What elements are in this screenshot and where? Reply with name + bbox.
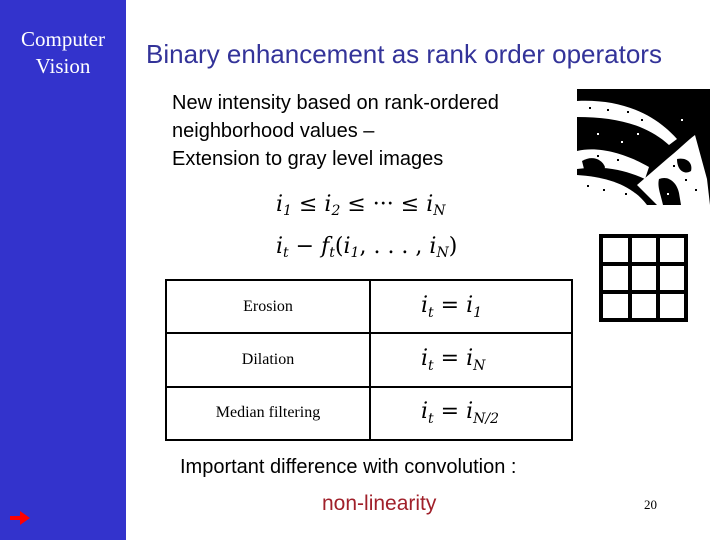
table-row: Erosion it = i1 [165, 278, 573, 335]
right-arrow-icon[interactable] [9, 510, 31, 526]
operator-name: Erosion [165, 278, 371, 335]
body-line: Extension to gray level images [172, 148, 444, 170]
3x3-neighborhood-grid [599, 234, 688, 322]
body-line: neighborhood values – [172, 120, 375, 142]
highlight-text: non-linearity [322, 492, 437, 515]
course-title: Computer Vision [0, 26, 126, 80]
rank-operators-table: Erosion it = i1 Dilation it = iN Median … [165, 278, 573, 442]
operator-name: Dilation [165, 332, 371, 388]
rank-order-formula: i1 ≤ i2 ≤ ··· ≤ iN [276, 192, 446, 219]
important-note: Important difference with convolution : [180, 456, 517, 478]
course-title-line2: Vision [35, 54, 91, 78]
table-row: Median filtering it = iN/2 [165, 385, 573, 442]
operator-name: Median filtering [165, 385, 371, 442]
course-title-line1: Computer [21, 27, 105, 51]
sidebar: Computer Vision [0, 0, 126, 540]
slide-title: Binary enhancement as rank order operato… [146, 39, 662, 69]
operator-formula: it = iN [369, 332, 573, 388]
body-line: New intensity based on rank-ordered [172, 92, 499, 114]
table-row: Dilation it = iN [165, 332, 573, 388]
body-text: New intensity based on rank-ordered neig… [172, 89, 572, 173]
page-number: 20 [644, 497, 657, 512]
operator-formula: it = iN/2 [369, 385, 573, 442]
noisy-binary-image [577, 89, 710, 205]
rank-function-formula: it − ft(i1, . . . , iN) [276, 234, 458, 261]
operator-formula: it = i1 [369, 278, 573, 335]
